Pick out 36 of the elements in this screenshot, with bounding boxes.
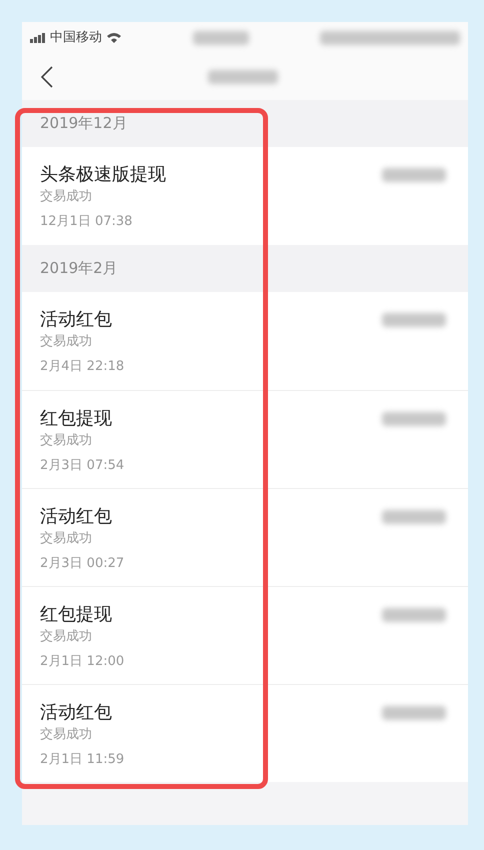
record-status: 交易成功 (40, 188, 93, 206)
record-time: 2月1日 11:59 (40, 751, 126, 769)
record-title: 头条极速版提现 (40, 163, 167, 187)
blurred-time (193, 31, 249, 45)
record-title: 活动红包 (40, 701, 113, 725)
record-title: 红包提现 (40, 603, 113, 627)
blurred-amount (382, 510, 446, 524)
wifi-icon (106, 32, 122, 44)
record-status: 交易成功 (40, 530, 93, 548)
blurred-amount (382, 412, 446, 426)
carrier-label: 中国移动 (50, 29, 102, 48)
blurred-amount (382, 706, 446, 720)
blurred-amount (382, 168, 446, 182)
record-title: 活动红包 (40, 308, 113, 332)
record-status: 交易成功 (40, 432, 93, 450)
back-icon (41, 66, 53, 88)
record-status: 交易成功 (40, 628, 93, 646)
record-status: 交易成功 (40, 726, 93, 744)
record-title: 红包提现 (40, 407, 113, 431)
record-row[interactable]: 红包提现 交易成功 2月1日 12:00 (22, 586, 468, 684)
signal-icon (30, 33, 46, 43)
record-time: 2月3日 07:54 (40, 457, 126, 475)
record-time: 12月1日 07:38 (40, 213, 134, 231)
record-status: 交易成功 (40, 333, 93, 351)
blurred-amount (382, 608, 446, 622)
blurred-amount (382, 313, 446, 327)
record-row[interactable]: 红包提现 交易成功 2月3日 07:54 (22, 390, 468, 488)
record-row[interactable]: 活动红包 交易成功 2月4日 22:18 (22, 292, 468, 390)
record-row[interactable]: 活动红包 交易成功 2月3日 00:27 (22, 488, 468, 586)
blurred-page-title (208, 70, 278, 84)
record-time: 2月4日 22:18 (40, 358, 126, 376)
record-row[interactable]: 活动红包 交易成功 2月1日 11:59 (22, 684, 468, 782)
record-row[interactable]: 头条极速版提现 交易成功 12月1日 07:38 (22, 147, 468, 245)
record-time: 2月1日 12:00 (40, 653, 126, 671)
record-title: 活动红包 (40, 505, 113, 529)
record-time: 2月3日 00:27 (40, 555, 126, 573)
